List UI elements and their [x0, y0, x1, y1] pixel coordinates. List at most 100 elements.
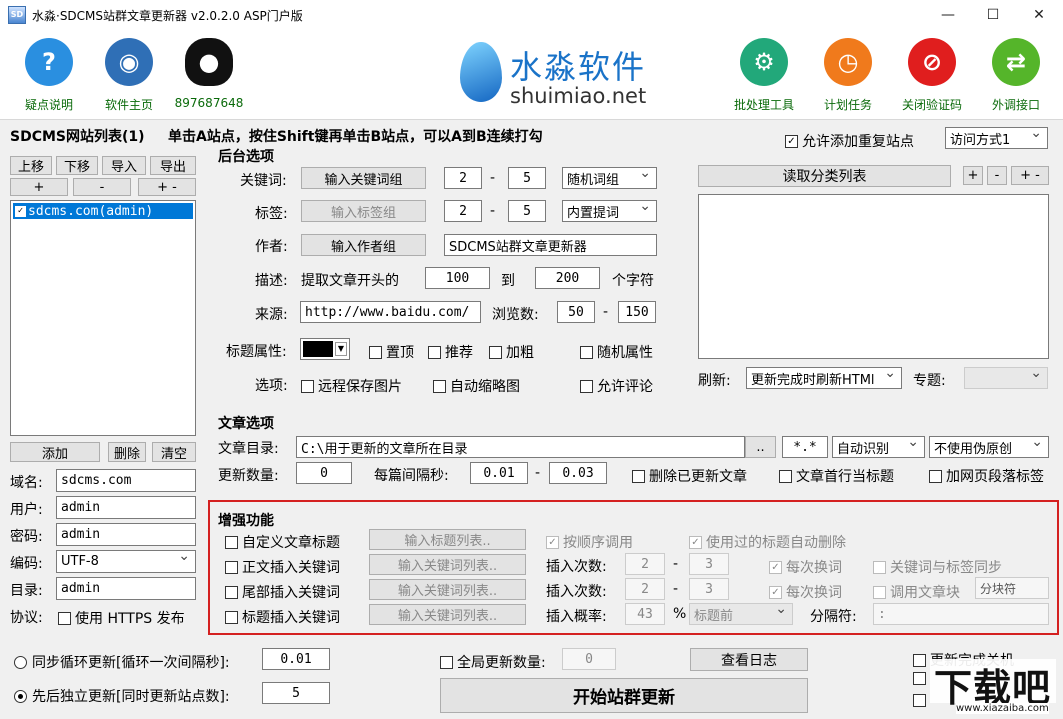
tail-each-swap-checkbox[interactable]: ✓ 每次换词 [769, 582, 842, 602]
keyword-min-input[interactable]: 2 [444, 167, 482, 189]
title-list-button[interactable]: 输入标题列表.. [369, 529, 526, 550]
file-extension-input[interactable]: *.* [782, 436, 828, 458]
tail-insert-min-input[interactable]: 2 [625, 578, 665, 600]
domain-input[interactable]: sdcms.com [56, 469, 196, 492]
sequential-update-radio[interactable]: 先后独立更新[同时更新站点数]: [14, 686, 230, 706]
tag-max-input[interactable]: 5 [508, 200, 546, 222]
select-all-button[interactable]: + [10, 178, 68, 196]
auto-thumbnail-checkbox[interactable]: 自动缩略图 [433, 376, 520, 396]
description-from-input[interactable]: 100 [425, 267, 490, 289]
https-checkbox[interactable]: 使用 HTTPS 发布 [58, 608, 185, 628]
encoding-detect-select[interactable]: 自动识别 [832, 436, 925, 458]
site-list[interactable]: ✓ sdcms.com(admin) [10, 200, 196, 436]
first-line-title-checkbox[interactable]: 文章首行当标题 [779, 466, 894, 486]
add-site-button[interactable]: 添加 [10, 442, 100, 462]
body-each-swap-checkbox[interactable]: ✓ 每次换词 [769, 557, 842, 577]
minimize-button[interactable]: — [925, 0, 971, 30]
global-count-input[interactable]: 0 [562, 648, 616, 670]
tag-mode-select[interactable]: 内置提词 [562, 200, 657, 222]
source-input[interactable]: http://www.baidu.com/ [300, 301, 481, 323]
category-add-button[interactable]: + [963, 166, 983, 185]
maximize-button[interactable]: ☐ [970, 0, 1016, 30]
move-up-button[interactable]: 上移 [10, 156, 52, 175]
custom-title-checkbox[interactable]: 自定义文章标题 [225, 532, 340, 552]
directory-input[interactable]: admin [56, 577, 196, 600]
keyword-tag-sync-checkbox[interactable]: 关键词与标签同步 [873, 557, 1002, 577]
article-dir-input[interactable]: C:\用于更新的文章所在目录 [296, 436, 745, 458]
qq-tool[interactable]: ● 897687648 [172, 38, 246, 110]
site-list-item[interactable]: ✓ sdcms.com(admin) [13, 203, 193, 219]
tag-group-button[interactable]: 输入标签组 [301, 200, 426, 222]
category-list[interactable] [698, 194, 1049, 359]
pin-top-checkbox[interactable]: 置顶 [369, 342, 414, 362]
body-insert-max-input[interactable]: 3 [689, 553, 729, 575]
author-group-button[interactable]: 输入作者组 [301, 234, 426, 256]
body-keyword-list-button[interactable]: 输入关键词列表.. [369, 554, 526, 575]
description-to-input[interactable]: 200 [535, 267, 600, 289]
recommend-checkbox[interactable]: 推荐 [428, 342, 473, 362]
user-input[interactable]: admin [56, 496, 196, 519]
refresh-select[interactable]: 更新完成时刷新HTMl [746, 367, 902, 389]
title-keyword-list-button[interactable]: 输入关键词列表.. [369, 604, 526, 625]
update-count-input[interactable]: 0 [296, 462, 352, 484]
category-remove-button[interactable]: - [987, 166, 1007, 185]
title-color-picker[interactable]: ▼ [300, 338, 350, 360]
batch-tool[interactable]: ⚙ 批处理工具 [727, 38, 801, 113]
tail-insert-max-input[interactable]: 3 [689, 578, 729, 600]
random-attr-checkbox[interactable]: 随机属性 [580, 342, 653, 362]
body-keyword-checkbox[interactable]: 正文插入关键词 [225, 557, 340, 577]
title-position-select[interactable]: 标题前 [689, 603, 793, 625]
view-log-button[interactable]: 查看日志 [690, 648, 808, 671]
views-max-input[interactable]: 150 [618, 301, 656, 323]
access-mode-select[interactable]: 访问方式1 [945, 127, 1048, 149]
concurrent-sites-input[interactable]: 5 [262, 682, 330, 704]
sequential-checkbox[interactable]: ✓ 按顺序调用 [546, 532, 633, 552]
browse-button[interactable]: .. [745, 436, 776, 458]
start-update-button[interactable]: 开始站群更新 [440, 678, 808, 713]
keyword-max-input[interactable]: 5 [508, 167, 546, 189]
bold-checkbox[interactable]: 加粗 [489, 342, 534, 362]
keyword-group-button[interactable]: 输入关键词组 [301, 167, 426, 189]
homepage-tool[interactable]: ◉ 软件主页 [92, 38, 166, 113]
delete-site-button[interactable]: 删除 [108, 442, 146, 462]
paragraph-tag-checkbox[interactable]: 加网页段落标签 [929, 466, 1044, 486]
allow-duplicate-checkbox[interactable]: ✓ 允许添加重复站点 [785, 131, 914, 151]
separator-input[interactable]: : [873, 603, 1049, 625]
sync-loop-radio[interactable]: 同步循环更新[循环一次间隔秒]: [14, 652, 230, 672]
topic-select[interactable] [964, 367, 1048, 389]
invert-selection-button[interactable]: + - [138, 178, 196, 196]
pseudo-original-select[interactable]: 不使用伪原创 [929, 436, 1049, 458]
encoding-select[interactable]: UTF-8 [56, 550, 196, 573]
body-insert-min-input[interactable]: 2 [625, 553, 665, 575]
used-title-delete-checkbox[interactable]: ✓ 使用过的标题自动删除 [689, 532, 846, 552]
call-block-checkbox[interactable]: 调用文章块 [873, 582, 960, 602]
interval-min-input[interactable]: 0.01 [470, 462, 528, 484]
help-tool[interactable]: ? 疑点说明 [12, 38, 86, 113]
insert-probability-input[interactable]: 43 [625, 603, 665, 625]
delete-updated-checkbox[interactable]: 删除已更新文章 [632, 466, 747, 486]
tail-keyword-checkbox[interactable]: 尾部插入关键词 [225, 582, 340, 602]
tag-min-input[interactable]: 2 [444, 200, 482, 222]
import-button[interactable]: 导入 [102, 156, 146, 175]
category-invert-button[interactable]: + - [1011, 166, 1049, 185]
export-button[interactable]: 导出 [150, 156, 196, 175]
password-input[interactable]: admin [56, 523, 196, 546]
move-down-button[interactable]: 下移 [56, 156, 98, 175]
close-button[interactable]: ✕ [1016, 0, 1062, 30]
interval-max-input[interactable]: 0.03 [549, 462, 607, 484]
api-tool[interactable]: ⇄ 外调接口 [979, 38, 1053, 113]
views-min-input[interactable]: 50 [557, 301, 595, 323]
captcha-tool[interactable]: ⊘ 关闭验证码 [895, 38, 969, 113]
schedule-tool[interactable]: ◷ 计划任务 [811, 38, 885, 113]
block-separator-input[interactable]: 分块符 [975, 577, 1049, 599]
remote-image-checkbox[interactable]: 远程保存图片 [301, 376, 402, 396]
tail-keyword-list-button[interactable]: 输入关键词列表.. [369, 579, 526, 600]
read-category-button[interactable]: 读取分类列表 [698, 165, 951, 187]
title-keyword-checkbox[interactable]: 标题插入关键词 [225, 607, 340, 627]
keyword-mode-select[interactable]: 随机词组 [562, 167, 657, 189]
allow-comment-checkbox[interactable]: 允许评论 [580, 376, 653, 396]
sync-loop-interval-input[interactable]: 0.01 [262, 648, 330, 670]
author-input[interactable]: SDCMS站群文章更新器 [444, 234, 657, 256]
deselect-all-button[interactable]: - [73, 178, 131, 196]
clear-sites-button[interactable]: 清空 [152, 442, 196, 462]
